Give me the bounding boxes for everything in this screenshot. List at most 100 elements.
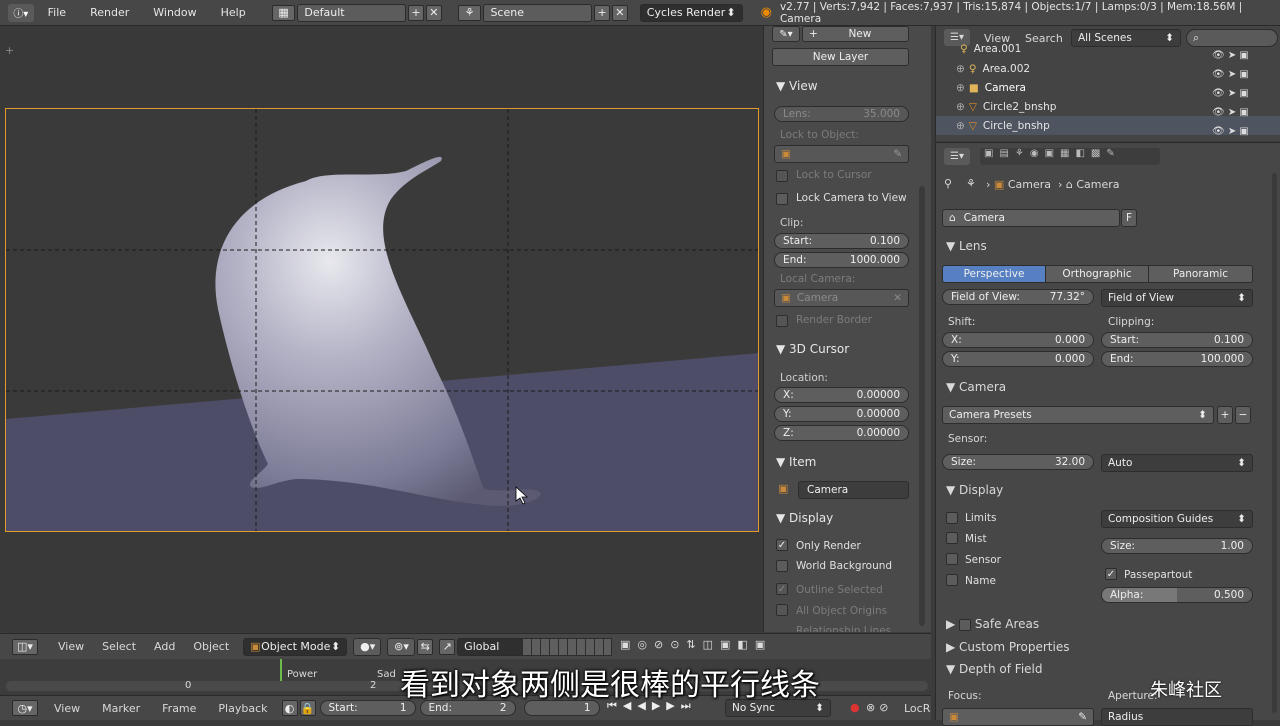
eye-icon[interactable]: 👁 ➤ ▣ xyxy=(1212,65,1268,84)
eye-icon[interactable]: 👁 ➤ ▣ xyxy=(1212,122,1268,141)
lens-unit-select[interactable]: Field of View ⬍ xyxy=(1101,289,1253,307)
marker-sad[interactable]: Sad xyxy=(377,669,396,680)
display-panel-title[interactable]: ▼ Display xyxy=(776,511,833,525)
focus-object-field[interactable]: ▣ ✎ xyxy=(942,708,1094,726)
datablock-field[interactable]: ⌂ Camera xyxy=(942,209,1120,227)
world-background-checkbox[interactable] xyxy=(776,560,788,572)
menu-window[interactable]: Window xyxy=(153,6,196,19)
outline-selected-checkbox[interactable]: ✓ xyxy=(776,583,788,595)
fov-field[interactable]: Field of View: 77.32° xyxy=(942,289,1094,305)
alpha-slider[interactable]: Alpha: 0.500 xyxy=(1101,587,1253,603)
shift-y-field[interactable]: Y: 0.000 xyxy=(942,351,1094,367)
remove-scene-icon[interactable]: ✕ xyxy=(611,4,628,21)
properties-scrollbar[interactable] xyxy=(1272,173,1277,713)
context-tabs[interactable]: ▣▤⚘◉▣▦◧▩✎ xyxy=(980,148,1160,165)
lock-camera-checkbox[interactable] xyxy=(776,193,788,205)
depth-of-field-panel[interactable]: ▼ Depth of Field xyxy=(946,662,1043,676)
lock-to-cursor-checkbox[interactable] xyxy=(776,170,788,182)
custom-properties-panel[interactable]: ▶ Custom Properties xyxy=(946,640,1069,654)
sensor-size-field[interactable]: Size: 32.00 xyxy=(942,454,1094,470)
lens-field[interactable]: Lens: 35.000 xyxy=(774,106,909,122)
shading-select[interactable]: ●▾ xyxy=(353,637,382,656)
translate-icon[interactable]: ↗ xyxy=(439,638,456,655)
all-origins-checkbox[interactable] xyxy=(776,604,788,616)
snap-tools[interactable]: ▣◎⊘⊙⇅◫▣◧▣ xyxy=(620,638,780,656)
eye-icon[interactable]: 👁 ➤ ▣ xyxy=(1212,46,1268,65)
render-border-checkbox[interactable] xyxy=(776,315,788,327)
lock-object-field[interactable]: ▣ ✎ xyxy=(774,145,909,163)
clip-end-field[interactable]: End: 1000.000 xyxy=(774,252,909,268)
menu-render[interactable]: Render xyxy=(90,6,129,19)
expand-icon[interactable]: ⊕ xyxy=(956,120,965,132)
lock-icon[interactable]: 🔒 xyxy=(299,700,316,716)
scene-icon[interactable]: ⚘ xyxy=(457,4,482,21)
timeline-view-menu[interactable]: View xyxy=(54,702,80,715)
keying-icons[interactable]: ⊗⊘ xyxy=(866,701,892,714)
menu-help[interactable]: Help xyxy=(221,6,246,19)
remove-preset-button[interactable]: − xyxy=(1235,406,1251,424)
info-editor-icon[interactable]: ⓘ▾ xyxy=(8,3,34,22)
cursor-z-field[interactable]: Z: 0.00000 xyxy=(774,425,909,441)
expand-icon[interactable]: ⊕ xyxy=(956,101,965,113)
new-layer-button[interactable]: New Layer xyxy=(772,48,909,66)
scene-field[interactable]: Scene xyxy=(483,3,593,22)
lens-panel-title[interactable]: ▼ Lens xyxy=(946,239,987,253)
clip-start-field[interactable]: Start: 0.100 xyxy=(774,233,909,249)
pivot-select[interactable]: ⊚▾ xyxy=(387,637,416,656)
shelf-scrollbar[interactable] xyxy=(919,186,925,626)
record-icon[interactable]: ◐ xyxy=(281,700,298,716)
safe-areas-panel[interactable]: ▶ Safe Areas xyxy=(946,617,1039,631)
perspective-tab[interactable]: Perspective xyxy=(942,265,1046,283)
name-checkbox[interactable] xyxy=(946,574,958,586)
autokey-record-icon[interactable]: ● xyxy=(850,701,860,714)
fake-user-button[interactable]: F xyxy=(1121,209,1137,227)
timeline-frame-menu[interactable]: Frame xyxy=(162,702,196,715)
marker-power[interactable]: Power xyxy=(287,669,317,680)
display-panel-title[interactable]: ▼ Display xyxy=(946,483,1003,497)
limits-checkbox[interactable] xyxy=(946,512,958,524)
clip-end-field[interactable]: End: 100.000 xyxy=(1101,351,1253,367)
clip-start-field[interactable]: Start: 0.100 xyxy=(1101,332,1253,348)
orthographic-tab[interactable]: Orthographic xyxy=(1045,265,1149,283)
safe-areas-checkbox[interactable] xyxy=(959,618,972,631)
expand-icon[interactable]: ⊕ xyxy=(956,63,965,75)
timeline-editor-icon[interactable]: ◷▾ xyxy=(12,700,38,716)
layout-field[interactable]: Default xyxy=(297,3,407,22)
render-engine-select[interactable]: Cycles Render ⬍ xyxy=(639,3,743,22)
3d-viewport[interactable]: + xyxy=(0,26,763,632)
eyedropper-icon[interactable]: ✎ xyxy=(1078,711,1087,723)
close-icon[interactable]: ✕ xyxy=(893,292,902,304)
aperture-type-select[interactable]: Radius xyxy=(1101,708,1253,726)
timeline-playback-menu[interactable]: Playback xyxy=(218,702,267,715)
manipulator-icon[interactable]: ⇆ xyxy=(417,638,434,655)
add-menu[interactable]: Add xyxy=(154,640,175,653)
pin-icon[interactable]: ⚲ xyxy=(944,177,952,190)
remove-layout-icon[interactable]: ✕ xyxy=(425,4,442,21)
item-name-field[interactable]: Camera xyxy=(798,481,909,499)
camera-panel-title[interactable]: ▼ Camera xyxy=(946,380,1006,394)
sensor-checkbox[interactable] xyxy=(946,553,958,565)
only-render-checkbox[interactable]: ✓ xyxy=(776,539,788,551)
add-scene-icon[interactable]: + xyxy=(594,4,610,21)
new-grease-pencil-button[interactable]: + New xyxy=(802,26,909,42)
cursor-x-field[interactable]: X: 0.00000 xyxy=(774,387,909,403)
display-size-field[interactable]: Size: 1.00 xyxy=(1101,538,1253,554)
mode-select[interactable]: ▣ Object Mode ⬍ xyxy=(243,637,348,656)
view-panel-title[interactable]: ▼ View xyxy=(776,79,818,93)
brush-icon[interactable]: ✎▾ xyxy=(772,26,800,42)
item-panel-title[interactable]: ▼ Item xyxy=(776,455,816,469)
local-camera-field[interactable]: ▣ Camera ✕ xyxy=(774,289,909,307)
timeline-marker-menu[interactable]: Marker xyxy=(102,702,140,715)
shift-x-field[interactable]: X: 0.000 xyxy=(942,332,1094,348)
mist-checkbox[interactable] xyxy=(946,532,958,544)
menu-file[interactable]: File xyxy=(48,6,66,19)
camera-presets-select[interactable]: Camera Presets ⬍ xyxy=(942,406,1214,424)
cursor-y-field[interactable]: Y: 0.00000 xyxy=(774,406,909,422)
layer-buttons[interactable] xyxy=(522,638,612,656)
properties-editor-icon[interactable]: ☰▾ xyxy=(944,148,970,165)
select-menu[interactable]: Select xyxy=(102,640,136,653)
eye-icon[interactable]: 👁 ➤ ▣ xyxy=(1212,84,1268,103)
view-menu[interactable]: View xyxy=(58,640,84,653)
composition-guides-select[interactable]: Composition Guides ⬍ xyxy=(1101,510,1253,528)
object-menu[interactable]: Object xyxy=(193,640,229,653)
